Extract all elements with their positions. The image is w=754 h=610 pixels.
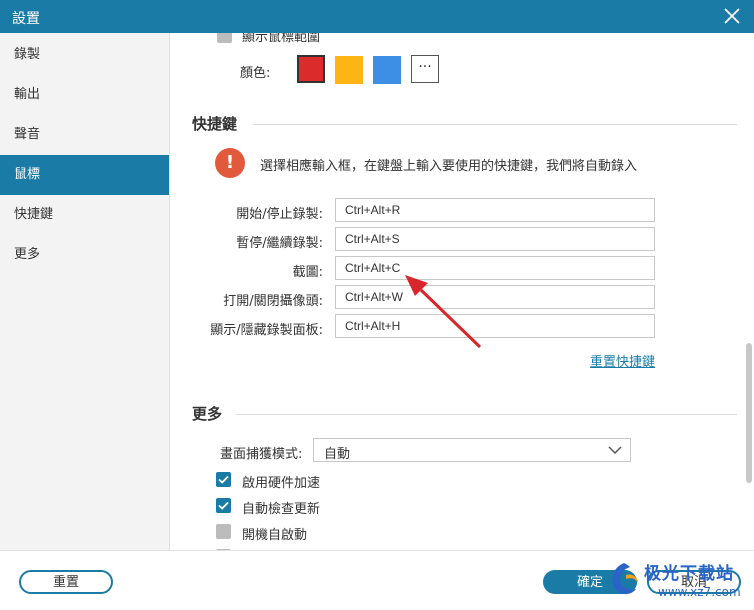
- capture-mode-value: 自動: [324, 447, 351, 462]
- show-cursor-area-label: 顯示鼠標範圍: [242, 33, 321, 45]
- sidebar-item-mouse[interactable]: 鼠標: [0, 155, 169, 195]
- color-swatch-yellow[interactable]: [335, 56, 363, 84]
- shortcut-input-screenshot[interactable]: [335, 256, 655, 280]
- shortcuts-section-title: 快捷鍵: [192, 115, 238, 133]
- watermark-logo-icon: [612, 563, 638, 595]
- shortcut-input-panel[interactable]: [335, 314, 655, 338]
- shortcuts-divider: [253, 124, 737, 125]
- color-swatch-blue[interactable]: [373, 56, 401, 84]
- sidebar: 錄製 輸出 聲音 鼠標 快捷鍵 更多: [0, 33, 170, 550]
- watermark-url: www.xz7.com: [658, 585, 741, 599]
- checkmark-icon: [218, 501, 229, 510]
- auto-update-label: 自動檢查更新: [242, 502, 321, 517]
- warning-icon: !: [215, 148, 245, 178]
- shortcut-label-panel: 顯示/隱藏錄製面板:: [210, 323, 323, 338]
- shortcut-input-start-stop[interactable]: [335, 198, 655, 222]
- title-bar: 設置: [0, 0, 754, 33]
- sidebar-item-shortcuts[interactable]: 快捷鍵: [0, 195, 169, 235]
- shortcuts-hint: 選擇相應輸入框，在鍵盤上輸入要使用的快捷鍵，我們將自動錄入: [260, 159, 638, 174]
- sidebar-item-sound[interactable]: 聲音: [0, 115, 169, 155]
- sidebar-item-more[interactable]: 更多: [0, 235, 169, 275]
- settings-content: 顯示鼠標範圍 顏色: ··· 快捷鍵 ! 選擇相應輸入框，在鍵盤上輸入要使用的快…: [171, 33, 741, 550]
- more-colors-button[interactable]: ···: [411, 55, 439, 83]
- color-swatch-red[interactable]: [297, 55, 325, 83]
- shortcut-label-webcam: 打開/關閉攝像頭:: [223, 294, 323, 309]
- reset-button[interactable]: 重置: [19, 570, 113, 594]
- sidebar-item-output[interactable]: 輸出: [0, 75, 169, 115]
- window-title: 設置: [12, 11, 40, 27]
- more-section-title: 更多: [192, 405, 223, 423]
- scrollbar-thumb[interactable]: [746, 343, 752, 483]
- shortcut-label-pause-resume: 暫停/繼續錄製:: [236, 236, 323, 251]
- shortcut-label-start-stop: 開始/停止錄製:: [236, 207, 323, 222]
- capture-mode-label: 畫面捕獲模式:: [220, 447, 303, 462]
- chevron-down-icon: [608, 446, 622, 455]
- capture-mode-select[interactable]: 自動: [313, 438, 631, 462]
- sidebar-item-record[interactable]: 錄製: [0, 35, 169, 75]
- show-cursor-area-checkbox[interactable]: [217, 33, 232, 43]
- launch-on-startup-label: 開機自啟動: [242, 528, 308, 543]
- more-divider: [236, 414, 737, 415]
- content-scrollbar[interactable]: [742, 33, 754, 550]
- color-label: 顏色:: [240, 66, 271, 81]
- hardware-accel-checkbox[interactable]: [216, 472, 231, 487]
- checkmark-icon: [218, 475, 229, 484]
- watermark-text: 极光下载站: [644, 564, 734, 584]
- reset-shortcuts-link[interactable]: 重置快捷鍵: [590, 351, 655, 370]
- shortcut-input-webcam[interactable]: [335, 285, 655, 309]
- launch-on-startup-checkbox[interactable]: [216, 524, 231, 539]
- auto-update-checkbox[interactable]: [216, 498, 231, 513]
- hardware-accel-label: 啟用硬件加速: [242, 476, 321, 491]
- watermark: 极光下载站 www.xz7.com: [608, 557, 748, 605]
- close-icon[interactable]: [722, 6, 742, 26]
- shortcut-label-screenshot: 截圖:: [292, 265, 323, 280]
- shortcut-input-pause-resume[interactable]: [335, 227, 655, 251]
